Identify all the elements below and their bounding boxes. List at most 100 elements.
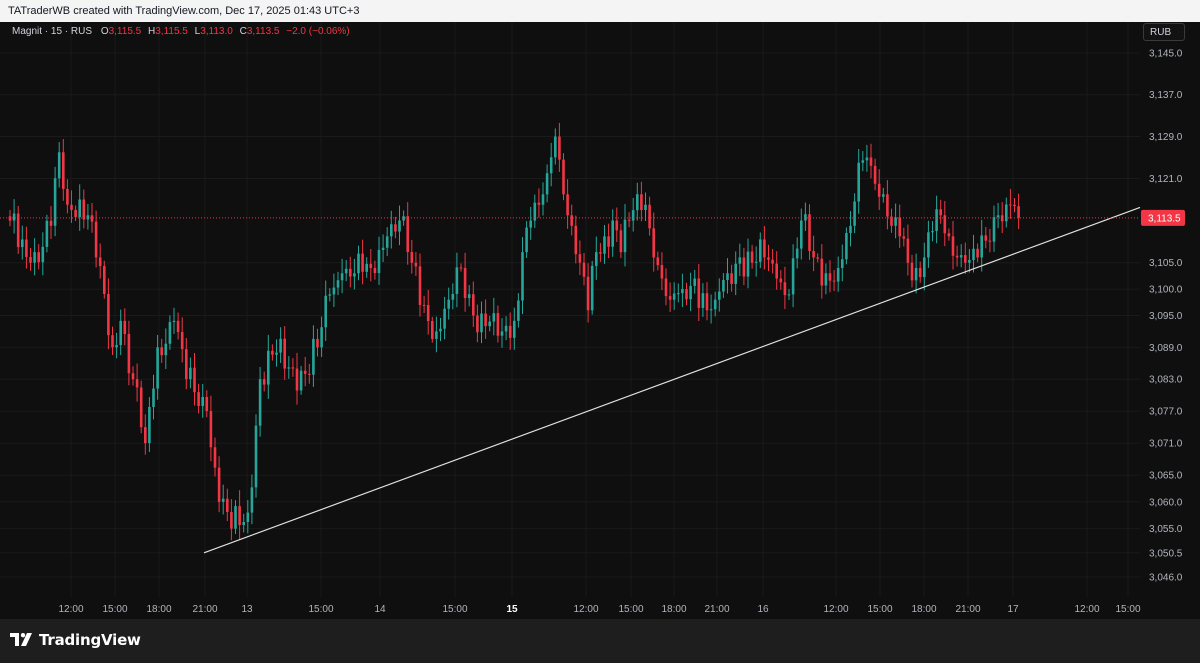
candle-body [394,224,397,232]
candle-body [558,136,561,160]
time-axis[interactable]: 12:00 15:00 18:00 21:00 13 15:00 14 15:00 15 12:0… [58,604,1140,615]
symbol-legend: Magnit · 15 · RUS O3,115.5 H3,115.5 L3,1… [12,26,354,37]
candle-body [742,257,746,277]
candle-body [480,313,483,333]
candle-body [443,308,446,329]
candle-body [172,320,176,323]
candle-body [763,239,766,258]
candle-body [156,347,159,389]
candle-body [927,232,930,258]
candle-body [693,278,696,286]
candle-body [627,219,631,221]
candle-body [767,257,770,260]
candle-body [365,263,368,272]
candle-body [447,299,450,309]
candle-body [968,260,971,263]
price-tick-label: 3,089.0 [1149,343,1183,354]
candle-body [205,397,209,412]
candle-body [258,379,262,426]
candle-body [705,293,709,311]
time-tick-label: 18:00 [911,604,936,615]
current-price-label: 3,113.5 [1148,213,1181,224]
candles [8,122,1020,541]
price-tick-label: 3,121.0 [1149,174,1183,185]
candle-body [94,221,98,258]
candle-body [722,280,725,292]
candle-body [521,252,524,301]
candle-body [492,313,496,322]
time-tick-label: 18:00 [661,604,686,615]
candle-body [33,252,36,263]
trendline[interactable] [203,206,1141,554]
candle-body [586,276,590,311]
candle-body [217,467,221,502]
candle-body [295,368,299,391]
candle-body [250,487,254,513]
tradingview-logo[interactable]: TradingView [10,631,141,649]
candle-body [545,173,549,195]
candle-body [730,273,733,284]
candle-body [668,296,672,300]
price-tick-label: 3,071.0 [1149,439,1183,450]
candle-body [459,267,463,269]
candle-body [808,214,811,251]
candle-body [226,498,229,512]
candle-body [754,261,758,263]
candle-body [111,335,114,348]
candle-body [271,350,274,355]
time-tick-label: 12:00 [573,604,598,615]
time-tick-label: 18:00 [146,604,171,615]
candle-body [238,506,241,525]
candle-body [951,236,955,256]
candle-body [713,299,717,310]
candle-body [636,194,639,211]
currency-button[interactable]: RUB [1143,23,1185,41]
candle-body [738,257,742,264]
candle-body [176,320,180,333]
candle-body [135,379,139,388]
time-tick-label: 14 [374,604,386,615]
candle-body [467,294,471,299]
price-axis[interactable]: 3,145.0 3,137.0 3,129.0 3,121.0 3,105.0 3,100… [1141,49,1185,584]
candle-body [787,294,791,296]
candle-body [800,220,803,249]
candle-body [349,268,352,277]
candle-body [578,254,582,263]
candle-body [369,263,373,268]
candle-body [791,258,795,295]
candle-body [726,273,729,281]
time-tick-label: 17 [1007,604,1019,615]
candle-body [607,236,610,247]
close-value: 3,113.5 [246,26,280,37]
candle-body [582,262,586,277]
candle-body [525,227,528,253]
candle-body [12,213,16,221]
candle-body [964,255,967,263]
candle-body [734,263,737,284]
candle-body [201,397,204,406]
candle-body [336,280,340,288]
candle-body [882,194,885,197]
candle-body [824,273,828,286]
price-tick-label: 3,065.0 [1149,471,1183,482]
candle-body [287,367,291,369]
candle-body [463,267,467,299]
candle-body [254,425,258,488]
candle-body [361,253,364,272]
candle-body [62,152,65,189]
candle-body [37,252,40,263]
low-value: 3,113.0 [200,26,233,37]
candle-body [648,204,651,229]
candle-body [677,293,680,295]
candle-body [976,248,979,258]
candle-body [144,427,147,444]
candle-body [931,231,934,233]
candle-body [209,411,213,448]
candle-body [906,238,910,263]
candle-body [939,209,942,216]
candle-body [574,225,578,255]
candle-body [759,239,762,262]
candle-body [406,216,409,253]
candlestick-chart[interactable]: 3,145.0 3,137.0 3,129.0 3,121.0 3,105.0 3,100… [0,0,1200,619]
time-tick-label: 21:00 [704,604,729,615]
